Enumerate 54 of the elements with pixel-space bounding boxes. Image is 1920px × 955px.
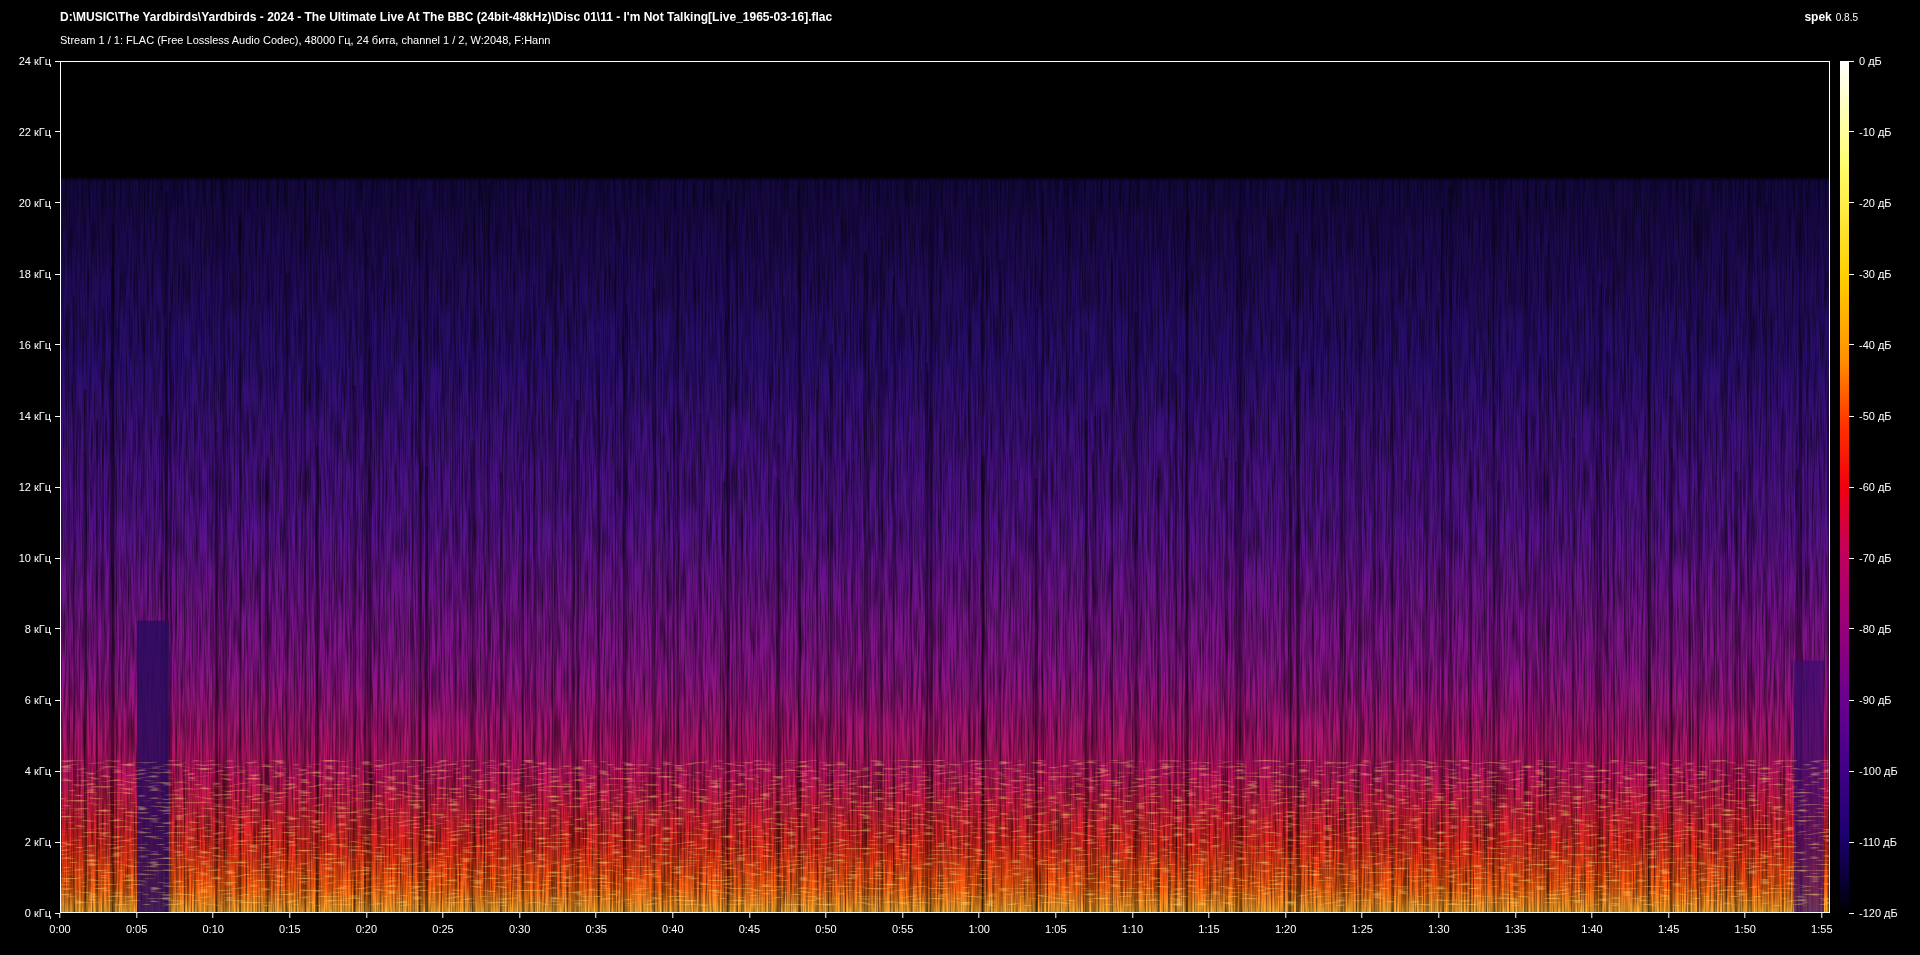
time-label: 1:25 (1351, 923, 1373, 935)
frequency-label: 0 кГц (24, 907, 51, 919)
file-path-title: D:\MUSIC\The Yardbirds\Yardbirds - 2024 - The Ultimate Live At The BBC (24bit-48kHz)\Disc 01\11 - I'm Not Talking[Live_1965-03-16].flac (60, 10, 833, 24)
app-version: 0.8.5 (1835, 12, 1858, 23)
time-label: 0:25 (432, 923, 454, 935)
level-label: -120 дБ (1859, 907, 1898, 919)
stream-info: Stream 1 / 1: FLAC (Free Lossless Audio Codec), 48000 Гц, 24 бита, channel 1 / 2, W:2048, F:Hann (60, 34, 552, 46)
level-label: -60 дБ (1859, 481, 1892, 493)
time-label: 1:30 (1428, 923, 1450, 935)
time-label: 0:15 (279, 923, 301, 935)
frequency-label: 4 кГц (24, 765, 51, 777)
time-label: 1:00 (968, 923, 990, 935)
time-label: 1:20 (1274, 923, 1297, 935)
frequency-label: 14 кГц (18, 410, 51, 422)
level-label: -70 дБ (1859, 552, 1892, 564)
time-label: 0:45 (738, 923, 761, 935)
time-label: 0:40 (662, 923, 684, 935)
time-label: 0:30 (508, 923, 531, 935)
frequency-label: 10 кГц (18, 552, 51, 564)
frequency-label: 20 кГц (18, 197, 51, 209)
time-label: 0:05 (125, 923, 148, 935)
level-label: -30 дБ (1859, 268, 1892, 280)
frequency-label: 16 кГц (18, 339, 51, 351)
time-label: 0:50 (815, 923, 837, 935)
level-label: -90 дБ (1859, 694, 1892, 706)
time-label: 0:00 (49, 923, 71, 935)
time-label: 1:40 (1581, 923, 1603, 935)
level-label: -100 дБ (1859, 765, 1898, 777)
frequency-label: 18 кГц (18, 268, 51, 280)
time-label: 1:55 (1811, 923, 1833, 935)
time-label: 0:35 (585, 923, 607, 935)
frequency-label: 12 кГц (18, 481, 51, 493)
app-name: spek (1804, 10, 1832, 24)
level-label: -10 дБ (1859, 126, 1892, 138)
level-label: -40 дБ (1859, 339, 1892, 351)
frequency-label: 22 кГц (18, 126, 51, 138)
frequency-label: 8 кГц (24, 623, 51, 635)
time-label: 1:15 (1198, 923, 1220, 935)
time-label: 1:50 (1734, 923, 1756, 935)
time-label: 1:45 (1657, 923, 1680, 935)
frequency-label: 24 кГц (18, 55, 51, 67)
time-label: 0:10 (202, 923, 224, 935)
time-label: 0:55 (891, 923, 914, 935)
level-label: -110 дБ (1859, 836, 1897, 848)
time-label: 0:20 (355, 923, 378, 935)
frequency-label: 6 кГц (24, 694, 51, 706)
time-label: 1:35 (1504, 923, 1527, 935)
level-label: -80 дБ (1859, 623, 1892, 635)
time-label: 1:05 (1045, 923, 1067, 935)
level-label: -20 дБ (1859, 197, 1892, 209)
level-label: -50 дБ (1859, 410, 1892, 422)
level-label: 0 дБ (1859, 55, 1882, 67)
frequency-label: 2 кГц (24, 836, 51, 848)
time-label: 1:10 (1121, 923, 1144, 935)
